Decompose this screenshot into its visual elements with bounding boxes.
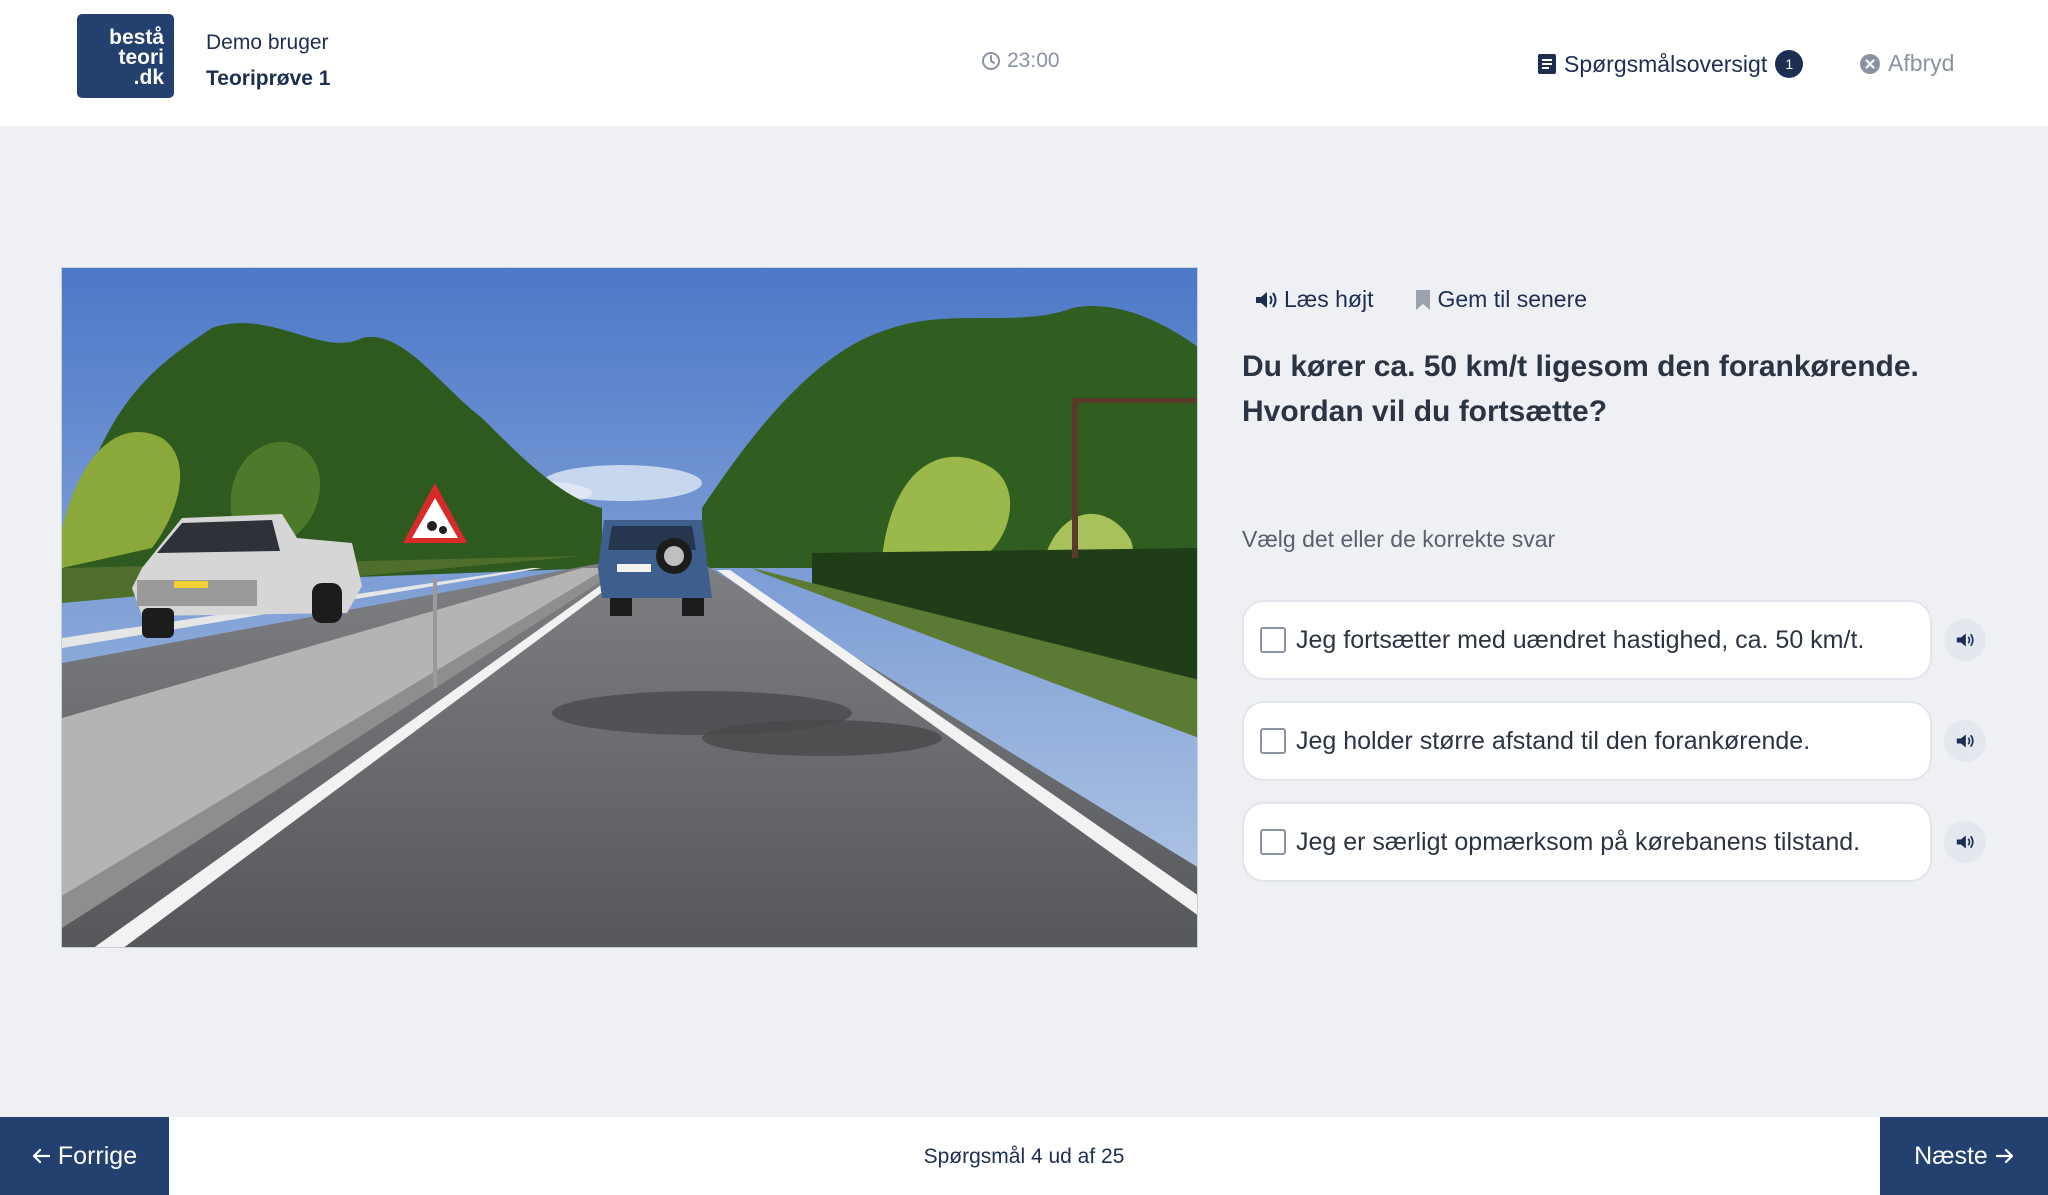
answer-option-3[interactable]: Jeg er særligt opmærksom på kørebanens t… <box>1242 802 1932 882</box>
speaker-icon <box>1956 734 1974 748</box>
clock-icon <box>982 52 1000 70</box>
answer-1-speak-button[interactable] <box>1944 619 1986 661</box>
speaker-icon <box>1956 633 1974 647</box>
timer-value: 23:00 <box>1007 49 1060 72</box>
question-image <box>61 267 1198 948</box>
logo-line-2: teori <box>118 46 164 69</box>
answer-checkbox[interactable] <box>1260 728 1286 754</box>
answer-label: Jeg er særligt opmærksom på kørebanens t… <box>1296 827 1861 856</box>
answer-checkbox[interactable] <box>1260 829 1286 855</box>
arrow-right-icon <box>1995 1148 2013 1164</box>
abort-button[interactable]: Afbryd <box>1860 50 1954 77</box>
overview-count-badge: 1 <box>1775 50 1804 78</box>
exam-title: Teoriprøve 1 <box>206 67 331 90</box>
answer-2-speak-button[interactable] <box>1944 720 1986 762</box>
user-name: Demo bruger <box>206 31 329 54</box>
abort-label: Afbryd <box>1888 50 1955 76</box>
list-icon <box>1538 54 1556 74</box>
bookmark-icon <box>1416 289 1431 310</box>
speaker-icon <box>1256 291 1277 308</box>
read-aloud-label: Læs højt <box>1284 286 1374 312</box>
next-label: Næste <box>1914 1141 1988 1170</box>
arrow-left-icon <box>32 1148 50 1164</box>
save-later-label: Gem til senere <box>1437 286 1588 312</box>
question-tools: Læs højt Gem til senere <box>1254 286 1587 313</box>
answer-checkbox[interactable] <box>1260 627 1286 653</box>
read-aloud-button[interactable]: Læs højt <box>1254 286 1373 313</box>
save-later-button[interactable]: Gem til senere <box>1415 286 1587 313</box>
speaker-icon <box>1956 835 1974 849</box>
answer-option-2[interactable]: Jeg holder større afstand til den forank… <box>1242 701 1932 781</box>
answer-instruction: Vælg det eller de korrekte svar <box>1242 526 1556 552</box>
top-header: bestå teori .dk Demo bruger Teoriprøve 1… <box>0 0 2048 126</box>
bottom-navigation: Spørgsmål 4 ud af 25 Forrige Næste <box>0 1117 2048 1195</box>
overview-label: Spørgsmålsoversigt <box>1564 50 1768 77</box>
previous-button[interactable]: Forrige <box>0 1117 169 1195</box>
question-progress: Spørgsmål 4 ud af 25 <box>923 1145 1125 1168</box>
close-circle-icon <box>1860 53 1880 74</box>
answer-label: Jeg fortsætter med uændret hastighed, ca… <box>1296 625 1865 654</box>
question-text: Du kører ca. 50 km/t ligesom den forankø… <box>1242 350 1919 428</box>
previous-label: Forrige <box>57 1141 138 1170</box>
site-logo[interactable]: bestå teori .dk <box>77 14 174 98</box>
next-button[interactable]: Næste <box>1880 1117 2048 1195</box>
timer: 23:00 <box>981 49 1060 73</box>
answer-3-speak-button[interactable] <box>1944 821 1986 863</box>
question-overview-button[interactable]: Spørgsmålsoversigt 1 <box>1538 50 1804 78</box>
logo-line-1: bestå <box>109 26 164 49</box>
answer-option-1[interactable]: Jeg fortsætter med uændret hastighed, ca… <box>1242 600 1932 680</box>
logo-line-3: .dk <box>133 66 164 89</box>
answer-label: Jeg holder større afstand til den forank… <box>1296 726 1811 755</box>
